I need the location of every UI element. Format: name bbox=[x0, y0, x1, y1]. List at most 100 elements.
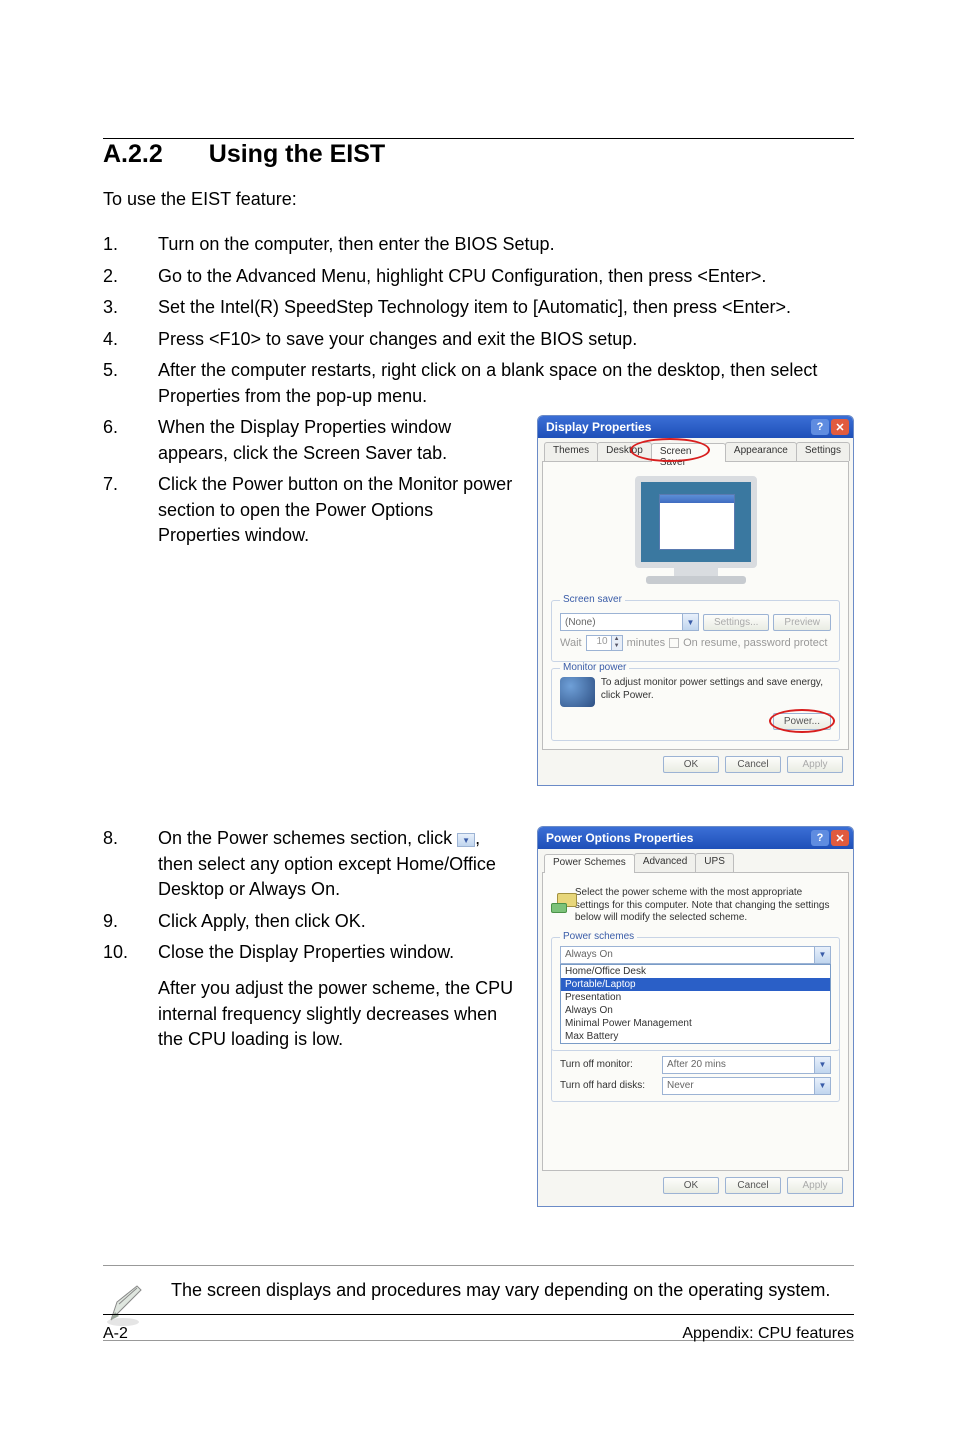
step-number: 9. bbox=[103, 909, 158, 935]
tab-screen-saver[interactable]: Screen Saver bbox=[651, 443, 726, 462]
chevron-down-icon: ▼ bbox=[814, 1057, 830, 1073]
apply-button[interactable]: Apply bbox=[787, 756, 843, 773]
monitor-power-text: To adjust monitor power settings and sav… bbox=[601, 677, 831, 702]
power-schemes-group: Power schemes Always On ▼ Home/Office De… bbox=[551, 937, 840, 1051]
step-text: When the Display Properties window appea… bbox=[158, 415, 519, 466]
chevron-down-icon: ▼ bbox=[682, 614, 698, 630]
close-button[interactable]: ✕ bbox=[831, 419, 849, 435]
monitor-preview-icon bbox=[626, 476, 766, 584]
tab-advanced[interactable]: Advanced bbox=[634, 853, 696, 872]
step-text: Press <F10> to save your changes and exi… bbox=[158, 327, 854, 353]
help-button[interactable]: ? bbox=[811, 419, 829, 435]
group-legend: Screen saver bbox=[560, 594, 625, 605]
power-button[interactable]: Power... bbox=[773, 713, 831, 730]
wait-value: 10 bbox=[587, 636, 611, 650]
display-properties-window: Display Properties ? ✕ Themes Desktop Sc… bbox=[537, 415, 854, 786]
page-number: A-2 bbox=[103, 1325, 128, 1343]
ok-button[interactable]: OK bbox=[663, 756, 719, 773]
step-number: 1. bbox=[103, 232, 158, 258]
preview-button[interactable]: Preview bbox=[773, 614, 831, 631]
step-afternote: After you adjust the power scheme, the C… bbox=[158, 976, 519, 1053]
settings-button[interactable]: Settings... bbox=[703, 614, 769, 631]
scheme-option[interactable]: Max Battery bbox=[561, 1030, 830, 1043]
step-number: 5. bbox=[103, 358, 158, 409]
scheme-option[interactable]: Home/Office Desk bbox=[561, 965, 830, 978]
chevron-down-icon: ▼ bbox=[814, 1078, 830, 1094]
step-number: 3. bbox=[103, 295, 158, 321]
screensaver-selected: (None) bbox=[565, 617, 596, 628]
scheme-option[interactable]: Always On bbox=[561, 1004, 830, 1017]
resume-checkbox[interactable] bbox=[669, 638, 679, 648]
section-heading: A.2.2 Using the EIST bbox=[103, 140, 854, 169]
step-3: 3. Set the Intel(R) SpeedStep Technology… bbox=[103, 295, 854, 321]
step-7: 7. Click the Power button on the Monitor… bbox=[103, 472, 519, 549]
step-6: 6. When the Display Properties window ap… bbox=[103, 415, 519, 466]
wait-label: Wait bbox=[560, 637, 582, 649]
scheme-option[interactable]: Presentation bbox=[561, 991, 830, 1004]
chevron-down-icon: ▼ bbox=[814, 947, 830, 963]
monitor-power-group: Monitor power To adjust monitor power se… bbox=[551, 668, 840, 741]
step-text: Set the Intel(R) SpeedStep Technology it… bbox=[158, 295, 854, 321]
tab-power-schemes[interactable]: Power Schemes bbox=[544, 854, 635, 873]
turn-off-disks-select[interactable]: Never ▼ bbox=[662, 1077, 831, 1095]
tab-desktop[interactable]: Desktop bbox=[597, 442, 652, 461]
apply-button[interactable]: Apply bbox=[787, 1177, 843, 1194]
heading-title: Using the EIST bbox=[209, 140, 385, 168]
power-plug-icon bbox=[555, 887, 567, 913]
turn-off-monitor-label: Turn off monitor: bbox=[560, 1059, 656, 1070]
intro-text: To use the EIST feature: bbox=[103, 189, 854, 210]
power-desc: Select the power scheme with the most ap… bbox=[575, 887, 836, 925]
page-footer: A-2 Appendix: CPU features bbox=[103, 1314, 854, 1343]
resume-label: On resume, password protect bbox=[683, 637, 827, 649]
group-legend: Power schemes bbox=[560, 931, 637, 942]
energy-star-icon bbox=[560, 677, 595, 707]
screensaver-select[interactable]: (None) ▼ bbox=[560, 613, 699, 631]
step-5: 5. After the computer restarts, right cl… bbox=[103, 358, 854, 409]
step-9: 9. Click Apply, then click OK. bbox=[103, 909, 519, 935]
note-text: The screen displays and procedures may v… bbox=[171, 1278, 830, 1303]
step-text: Click Apply, then click OK. bbox=[158, 909, 519, 935]
step-number: 8. bbox=[103, 826, 158, 903]
step-text: Go to the Advanced Menu, highlight CPU C… bbox=[158, 264, 854, 290]
step-number: 7. bbox=[103, 472, 158, 549]
tab-ups[interactable]: UPS bbox=[695, 853, 734, 872]
scheme-selected: Always On bbox=[565, 949, 613, 960]
tab-appearance[interactable]: Appearance bbox=[725, 442, 797, 461]
wait-unit: minutes bbox=[627, 637, 666, 649]
cancel-button[interactable]: Cancel bbox=[725, 756, 781, 773]
power-scheme-select[interactable]: Always On ▼ bbox=[560, 946, 831, 964]
scheme-option[interactable]: Minimal Power Management bbox=[561, 1017, 830, 1030]
turn-off-disks-label: Turn off hard disks: bbox=[560, 1080, 656, 1091]
tab-themes[interactable]: Themes bbox=[544, 442, 598, 461]
step-text: Turn on the computer, then enter the BIO… bbox=[158, 232, 854, 258]
dropdown-arrow-icon: ▼ bbox=[457, 833, 475, 847]
cancel-button[interactable]: Cancel bbox=[725, 1177, 781, 1194]
step-8: 8. On the Power schemes section, click ▼… bbox=[103, 826, 519, 903]
step-4: 4. Press <F10> to save your changes and … bbox=[103, 327, 854, 353]
window-title: Display Properties bbox=[546, 420, 651, 434]
turn-off-monitor-select[interactable]: After 20 mins ▼ bbox=[662, 1056, 831, 1074]
turn-off-monitor-value: After 20 mins bbox=[667, 1059, 726, 1070]
power-options-window: Power Options Properties ? ✕ Power Schem… bbox=[537, 826, 854, 1207]
step-text: Click the Power button on the Monitor po… bbox=[158, 472, 519, 549]
wait-spinner[interactable]: 10 ▲▼ bbox=[586, 635, 623, 651]
step-number: 2. bbox=[103, 264, 158, 290]
turn-off-disks-value: Never bbox=[667, 1080, 694, 1091]
step-number: 4. bbox=[103, 327, 158, 353]
titlebar: Power Options Properties ? ✕ bbox=[538, 827, 853, 849]
footer-label: Appendix: CPU features bbox=[682, 1325, 854, 1343]
step-1: 1. Turn on the computer, then enter the … bbox=[103, 232, 854, 258]
titlebar: Display Properties ? ✕ bbox=[538, 416, 853, 438]
heading-number: A.2.2 bbox=[103, 140, 163, 169]
help-button[interactable]: ? bbox=[811, 830, 829, 846]
step-number: 10. bbox=[103, 940, 158, 1052]
scheme-option-selected[interactable]: Portable/Laptop bbox=[561, 978, 830, 991]
settings-panel: Turn off monitor: After 20 mins ▼ Turn o… bbox=[551, 1049, 840, 1102]
tab-settings[interactable]: Settings bbox=[796, 442, 850, 461]
step-text: After the computer restarts, right click… bbox=[158, 358, 854, 409]
power-scheme-dropdown[interactable]: Home/Office Desk Portable/Laptop Present… bbox=[560, 964, 831, 1044]
ok-button[interactable]: OK bbox=[663, 1177, 719, 1194]
step-10: 10. Close the Display Properties window.… bbox=[103, 940, 519, 1052]
close-button[interactable]: ✕ bbox=[831, 830, 849, 846]
screen-saver-group: Screen saver (None) ▼ Settings... Previe… bbox=[551, 600, 840, 662]
